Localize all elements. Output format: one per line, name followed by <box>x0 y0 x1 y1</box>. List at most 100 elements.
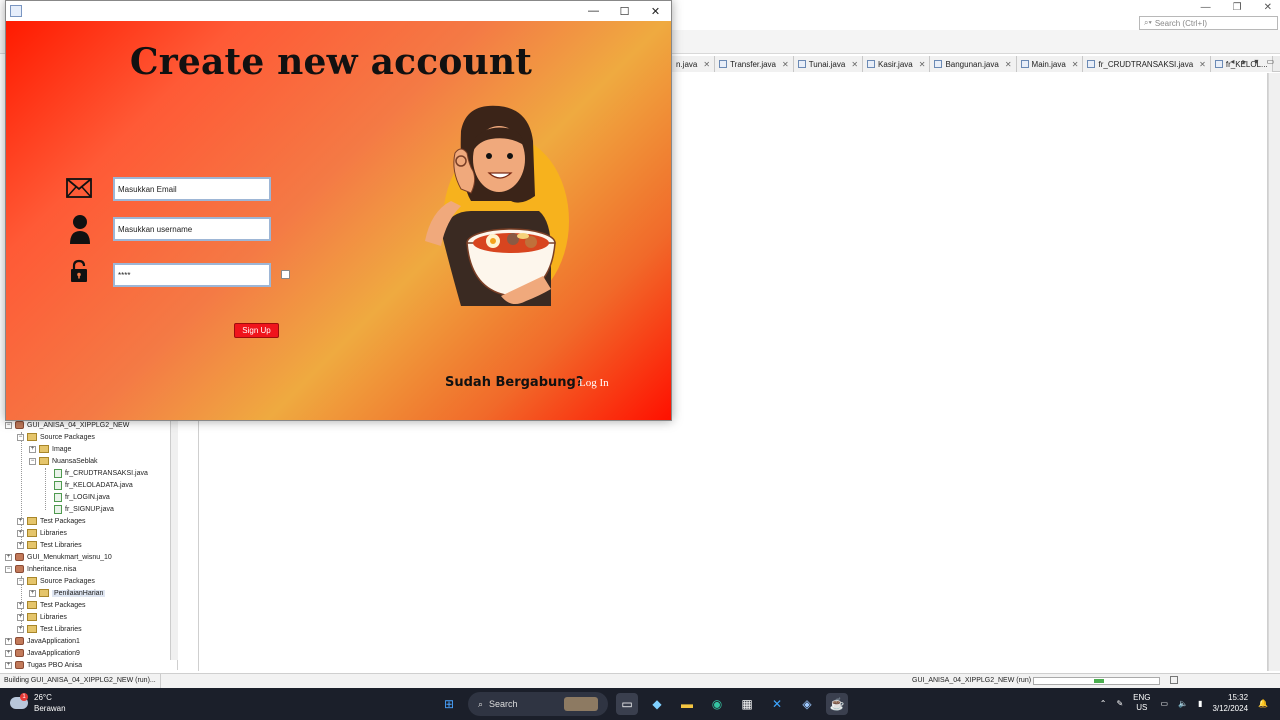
taskbar-search[interactable]: ⌕ Search <box>468 692 608 716</box>
username-field[interactable] <box>113 217 271 241</box>
ide-window-controls: — ❐ ✕ <box>1201 0 1272 14</box>
project-icon <box>15 553 24 561</box>
editor-tab[interactable]: Main.java ✕ <box>1016 56 1084 72</box>
pen-icon[interactable]: ✎ <box>1116 699 1123 708</box>
log-in-link[interactable]: Log In <box>579 377 609 389</box>
edge-browser-icon[interactable]: ◉ <box>706 693 728 715</box>
tree-item[interactable]: + Libraries <box>17 527 67 539</box>
close-tab-icon[interactable]: ✕ <box>703 60 710 69</box>
minimize-button[interactable]: — <box>578 1 609 21</box>
tree-item[interactable]: fr_SIGNUP.java <box>54 503 114 515</box>
tree-item[interactable]: fr_CRUDTRANSAKSI.java <box>54 467 148 479</box>
close-tab-icon[interactable]: ✕ <box>919 60 926 69</box>
editor-scrollbar[interactable] <box>1268 73 1280 671</box>
tree-item[interactable]: + Test Libraries <box>17 623 82 635</box>
minimize-icon[interactable]: — <box>1201 2 1211 13</box>
file-explorer-icon[interactable]: ▬ <box>676 693 698 715</box>
close-icon[interactable]: ✕ <box>1264 2 1272 13</box>
volume-icon[interactable]: 🔈 <box>1178 699 1188 708</box>
maximize-button[interactable]: ☐ <box>609 1 640 21</box>
editor-tab[interactable]: fr_CRUDTRANSAKSI.java ✕ <box>1083 56 1211 72</box>
chevron-right-icon[interactable]: ▸ <box>1242 57 1246 66</box>
microsoft-store-icon[interactable]: ▦ <box>736 693 758 715</box>
expand-icon[interactable]: + <box>17 517 24 525</box>
system-tray: ⌃ ✎ ENG US ▭ 🔈 ▮ 15:32 3/12/2024 🔔 <box>1100 692 1268 714</box>
collapse-icon[interactable]: − <box>29 457 36 465</box>
collapse-icon[interactable]: − <box>5 565 12 573</box>
editor-tab[interactable]: Tunai.java ✕ <box>793 56 864 72</box>
tree-item[interactable]: + JavaApplication1 <box>5 635 80 647</box>
project-scrollbar[interactable] <box>170 420 178 660</box>
collapse-icon[interactable]: − <box>17 577 24 585</box>
editor-tab[interactable]: Bangunan.java ✕ <box>930 56 1017 72</box>
chevron-left-icon[interactable]: ◂ <box>1230 57 1234 66</box>
collapse-icon[interactable]: − <box>17 433 24 441</box>
folder-icon <box>27 613 37 621</box>
expand-icon[interactable]: + <box>17 601 24 609</box>
weather-widget[interactable]: 1 26°C Berawan <box>10 692 66 714</box>
package-icon <box>39 445 49 453</box>
close-tab-icon[interactable]: ✕ <box>1005 60 1012 69</box>
editor-tab[interactable]: n.java ✕ <box>672 56 716 72</box>
expand-icon[interactable]: + <box>5 661 12 669</box>
close-tab-icon[interactable]: ✕ <box>1072 60 1079 69</box>
task-view-icon[interactable]: ▭ <box>616 693 638 715</box>
ide-search-box[interactable]: ⌕▾ Search (Ctrl+I) <box>1139 16 1278 30</box>
tree-item[interactable]: + JavaApplication9 <box>5 647 80 659</box>
close-button[interactable]: ✕ <box>640 1 671 21</box>
tree-item[interactable]: − Source Packages <box>17 575 95 587</box>
sign-up-button[interactable]: Sign Up <box>234 323 279 338</box>
restore-icon[interactable]: ❐ <box>1233 2 1242 13</box>
java-file-icon <box>719 60 728 68</box>
notification-bell-icon[interactable]: 🔔 <box>1258 699 1268 708</box>
clock[interactable]: 15:32 3/12/2024 <box>1212 692 1248 714</box>
maximize-icon[interactable]: ▭ <box>1266 57 1274 66</box>
editor-tab[interactable]: Kasir.java ✕ <box>863 56 931 72</box>
tree-item[interactable]: + PenilaianHarian <box>29 587 106 599</box>
network-icon[interactable]: ▭ <box>1161 699 1169 708</box>
expand-icon[interactable]: + <box>5 637 12 645</box>
vscode-icon[interactable]: ✕ <box>766 693 788 715</box>
expand-icon[interactable]: + <box>29 589 36 597</box>
battery-icon[interactable]: ▮ <box>1198 699 1202 708</box>
expand-icon[interactable]: + <box>17 529 24 537</box>
folder-icon <box>27 529 37 537</box>
language-indicator[interactable]: ENG US <box>1133 693 1150 713</box>
tree-item[interactable]: + Image <box>29 443 71 455</box>
tree-item[interactable]: fr_KELOLADATA.java <box>54 479 133 491</box>
password-field[interactable] <box>113 263 271 287</box>
tree-item[interactable]: + Test Packages <box>17 515 86 527</box>
tree-item[interactable]: + Test Libraries <box>17 539 82 551</box>
expand-icon[interactable]: + <box>5 553 12 561</box>
copilot-icon[interactable]: ◆ <box>646 693 668 715</box>
tree-item[interactable]: − Inheritance.nisa <box>5 563 76 575</box>
chevron-up-icon[interactable]: ⌃ <box>1100 699 1107 708</box>
cancel-task-button[interactable] <box>1170 676 1178 684</box>
close-tab-icon[interactable]: ✕ <box>1199 60 1206 69</box>
tree-item[interactable]: + Test Packages <box>17 599 86 611</box>
expand-icon[interactable]: + <box>17 541 24 549</box>
close-tab-icon[interactable]: ✕ <box>851 60 858 69</box>
tree-item[interactable]: fr_LOGIN.java <box>54 491 110 503</box>
tree-item-label: GUI_Menukmart_wisnu_10 <box>27 553 112 561</box>
expand-icon[interactable]: + <box>17 625 24 633</box>
tree-item[interactable]: − NuansaSeblak <box>29 455 98 467</box>
tree-item[interactable]: + Libraries <box>17 611 67 623</box>
netbeans-icon[interactable]: ◈ <box>796 693 818 715</box>
chevron-down-icon[interactable]: ▾ <box>1254 57 1258 66</box>
expand-icon[interactable]: + <box>5 649 12 657</box>
close-tab-icon[interactable]: ✕ <box>782 60 789 69</box>
email-field[interactable] <box>113 177 271 201</box>
window-title-bar[interactable]: — ☐ ✕ <box>6 1 671 21</box>
collapse-icon[interactable]: − <box>5 421 12 429</box>
expand-icon[interactable]: + <box>17 613 24 621</box>
tree-item[interactable]: + GUI_Menukmart_wisnu_10 <box>5 551 112 563</box>
editor-tab[interactable]: Transfer.java ✕ <box>715 56 794 72</box>
show-password-checkbox[interactable] <box>281 270 290 279</box>
java-app-icon[interactable]: ☕ <box>826 693 848 715</box>
tree-item[interactable]: + Tugas PBO Anisa <box>5 659 82 671</box>
tree-item[interactable]: − Source Packages <box>17 431 95 443</box>
tree-item-label: Test Packages <box>40 517 86 525</box>
expand-icon[interactable]: + <box>29 445 36 453</box>
windows-start-icon[interactable]: ⊞ <box>438 693 460 715</box>
